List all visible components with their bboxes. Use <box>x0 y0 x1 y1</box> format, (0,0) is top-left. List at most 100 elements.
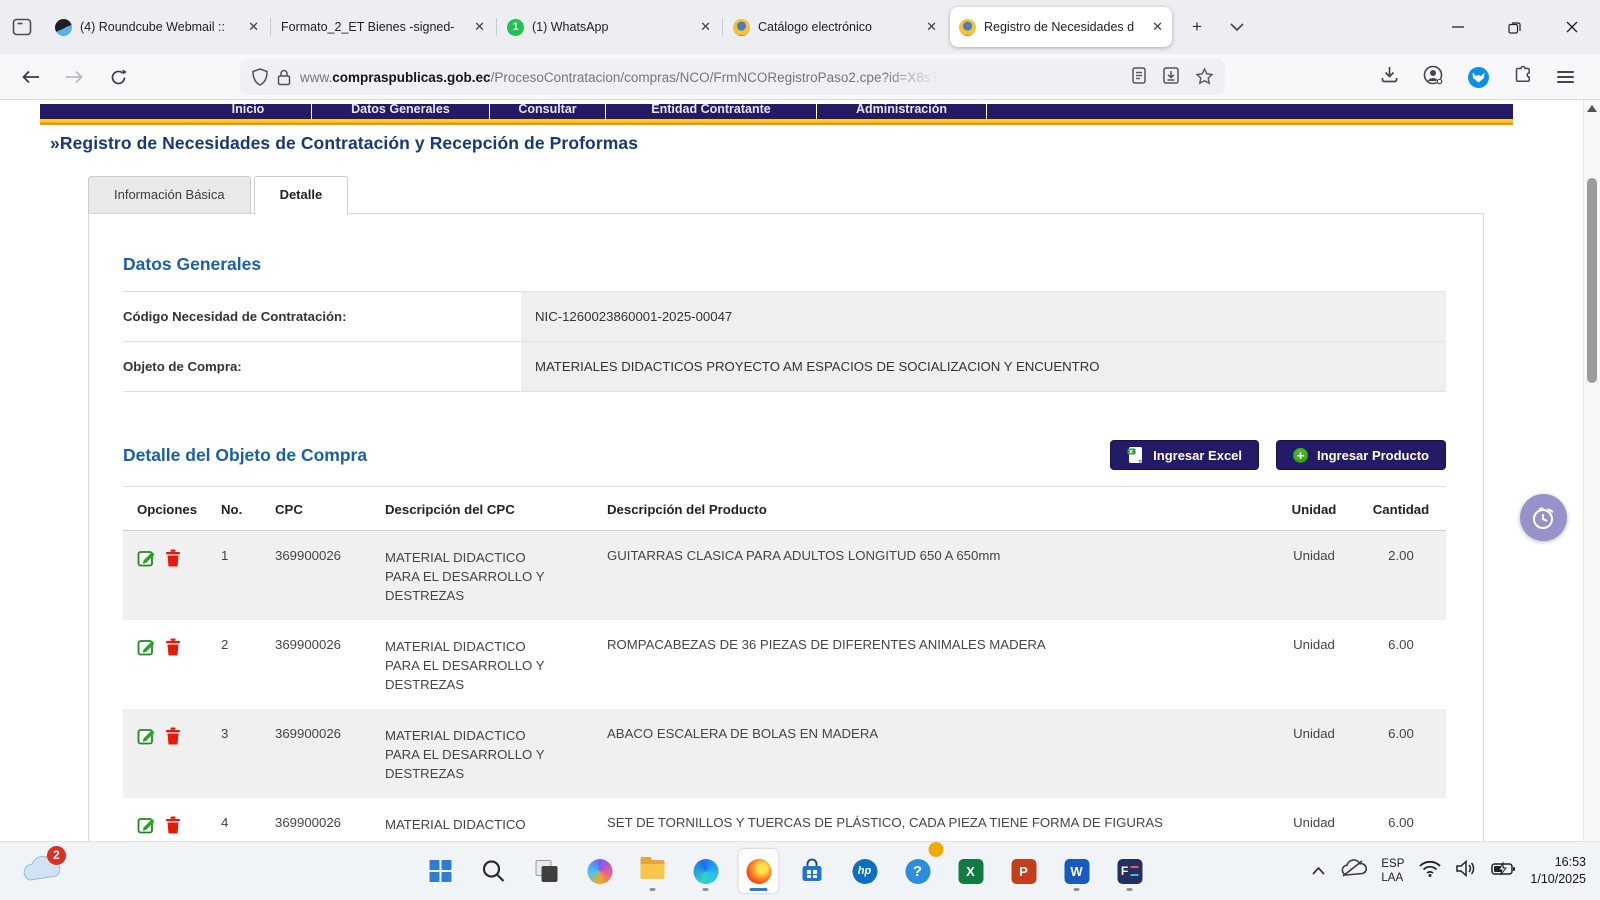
ecuador-crest-favicon-icon <box>733 19 750 36</box>
scrollbar[interactable] <box>1583 100 1600 841</box>
edit-icon[interactable] <box>137 815 156 834</box>
edge-button[interactable] <box>686 849 726 893</box>
save-page-icon[interactable] <box>1163 67 1179 87</box>
help-icon: ? <box>905 859 930 884</box>
scrollbar-thumb[interactable] <box>1587 178 1597 383</box>
nav-administracion[interactable]: Administración <box>817 104 987 119</box>
tray-chevron-icon[interactable] <box>1312 862 1325 880</box>
copilot-button[interactable] <box>580 849 620 893</box>
cell-producto: ABACO ESCALERA DE BOLAS EN MADERA <box>607 726 1272 798</box>
tab-catalogo[interactable]: Catálogo electrónico ✕ <box>724 7 946 47</box>
nav-consultar[interactable]: Consultar <box>490 104 606 119</box>
downloads-icon[interactable] <box>1381 66 1398 88</box>
excel-button[interactable]: X <box>951 849 991 893</box>
excel-file-icon <box>1127 446 1144 465</box>
tab-whatsapp[interactable]: 1 (1) WhatsApp ✕ <box>498 7 720 47</box>
table-header: Opciones No. CPC Descripción del CPC Des… <box>123 487 1446 531</box>
menu-hamburger-icon[interactable] <box>1557 68 1574 86</box>
url-bar[interactable]: www.compraspublicas.gob.ec/ProcesoContra… <box>240 59 1225 95</box>
detalle-objeto-heading: Detalle del Objeto de Compra <box>123 445 367 466</box>
scroll-up-arrow-icon[interactable] <box>1587 105 1597 112</box>
sidebar-tabs-icon[interactable] <box>0 0 44 54</box>
back-button[interactable] <box>14 61 48 93</box>
extensions-puzzle-icon[interactable] <box>1514 66 1532 89</box>
cell-no: 2 <box>221 637 275 709</box>
battery-charging-icon[interactable] <box>1491 862 1515 881</box>
gold-divider <box>40 119 1513 125</box>
fes-app-button[interactable]: F <box>1110 849 1150 893</box>
form-tabs: Información Básica Detalle <box>88 176 351 213</box>
cell-unidad: Unidad <box>1272 726 1356 798</box>
close-window-button[interactable] <box>1543 0 1600 54</box>
restore-button[interactable] <box>1486 0 1543 54</box>
date: 1/10/2025 <box>1530 872 1586 886</box>
widgets-badge: 2 <box>47 846 66 865</box>
table-row: 4 369900026 MATERIAL DIDACTICO SET DE TO… <box>123 798 1446 841</box>
powerpoint-button[interactable]: P <box>1004 849 1044 893</box>
delete-icon[interactable] <box>165 548 181 567</box>
firefox-service-icon[interactable] <box>1468 67 1489 88</box>
plus-icon: + <box>1293 448 1308 463</box>
tab-close-icon[interactable]: ✕ <box>1145 19 1163 35</box>
shield-icon[interactable] <box>252 68 268 86</box>
microsoft-store-icon <box>799 859 824 884</box>
new-tab-button[interactable]: + <box>1180 10 1214 44</box>
session-timer-icon[interactable] <box>1520 494 1567 541</box>
help-button[interactable]: ? <box>898 849 938 893</box>
datos-generales-fields: Código Necesidad de Contratación: NIC-12… <box>123 291 1446 392</box>
cell-cpc: 369900026 <box>275 726 385 798</box>
tab-roundcube[interactable]: (4) Roundcube Webmail :: ✕ <box>46 7 268 47</box>
ingresar-excel-button[interactable]: Ingresar Excel <box>1110 440 1259 470</box>
edit-icon[interactable] <box>137 548 156 567</box>
field-label: Objeto de Compra: <box>123 342 521 391</box>
firefox-button[interactable] <box>739 849 779 893</box>
nav-entidad-contratante[interactable]: Entidad Contratante <box>606 104 817 119</box>
cell-cantidad: 6.00 <box>1356 726 1446 798</box>
search-icon <box>482 859 506 883</box>
volume-icon[interactable] <box>1456 860 1476 882</box>
nav-datos-generales[interactable]: Datos Generales <box>312 104 490 119</box>
tab-close-icon[interactable]: ✕ <box>241 19 259 35</box>
word-button[interactable]: W <box>1057 849 1097 893</box>
tab-informacion-basica[interactable]: Información Básica <box>88 176 251 213</box>
delete-icon[interactable] <box>165 815 181 834</box>
taskbar-clock[interactable]: 16:531/10/2025 <box>1530 854 1586 889</box>
tab-detalle[interactable]: Detalle <box>254 176 349 215</box>
reload-button[interactable] <box>101 61 135 93</box>
bookmark-star-icon[interactable] <box>1196 68 1213 87</box>
minimize-button[interactable] <box>1429 0 1486 54</box>
edit-icon[interactable] <box>137 637 156 656</box>
tab-close-icon[interactable]: ✕ <box>467 19 485 35</box>
list-tabs-chevron-icon[interactable] <box>1220 10 1254 44</box>
hp-button[interactable]: hp <box>845 849 885 893</box>
delete-icon[interactable] <box>165 726 181 745</box>
edit-icon[interactable] <box>137 726 156 745</box>
cell-cpc-desc: MATERIAL DIDACTICO PARA EL DESARROLLO Y … <box>385 637 547 709</box>
forward-button[interactable] <box>57 61 91 93</box>
tab-registro-active[interactable]: Registro de Necesidades d ✕ <box>950 7 1172 47</box>
wifi-icon[interactable] <box>1419 860 1441 882</box>
tab-close-icon[interactable]: ✕ <box>693 19 711 35</box>
field-value: NIC-1260023860001-2025-00047 <box>521 292 1446 341</box>
file-explorer-button[interactable] <box>633 849 673 893</box>
store-button[interactable] <box>792 849 832 893</box>
taskbar-icons: hp ? X P W F <box>421 849 1150 893</box>
task-view-button[interactable] <box>527 849 567 893</box>
cell-unidad: Unidad <box>1272 548 1356 620</box>
ingresar-producto-button[interactable]: + Ingresar Producto <box>1276 440 1446 470</box>
onedrive-paused-icon[interactable] <box>1340 859 1366 883</box>
tab-close-icon[interactable]: ✕ <box>919 19 937 35</box>
reader-mode-icon[interactable] <box>1132 67 1146 87</box>
cell-unidad: Unidad <box>1272 637 1356 709</box>
page-title: »Registro de Necesidades de Contratación… <box>50 133 638 154</box>
widgets-weather-button[interactable]: 2 <box>20 850 66 894</box>
lock-icon[interactable] <box>277 69 291 86</box>
tab-formato-pdf[interactable]: Formato_2_ET Bienes -signed- ✕ <box>272 7 494 47</box>
start-button[interactable] <box>421 849 461 893</box>
search-button[interactable] <box>474 849 514 893</box>
delete-icon[interactable] <box>165 637 181 656</box>
account-icon[interactable] <box>1423 65 1443 90</box>
language-indicator[interactable]: ESPLAA <box>1381 857 1404 886</box>
hp-icon: hp <box>852 859 877 884</box>
nav-inicio[interactable]: Inicio <box>185 104 312 119</box>
